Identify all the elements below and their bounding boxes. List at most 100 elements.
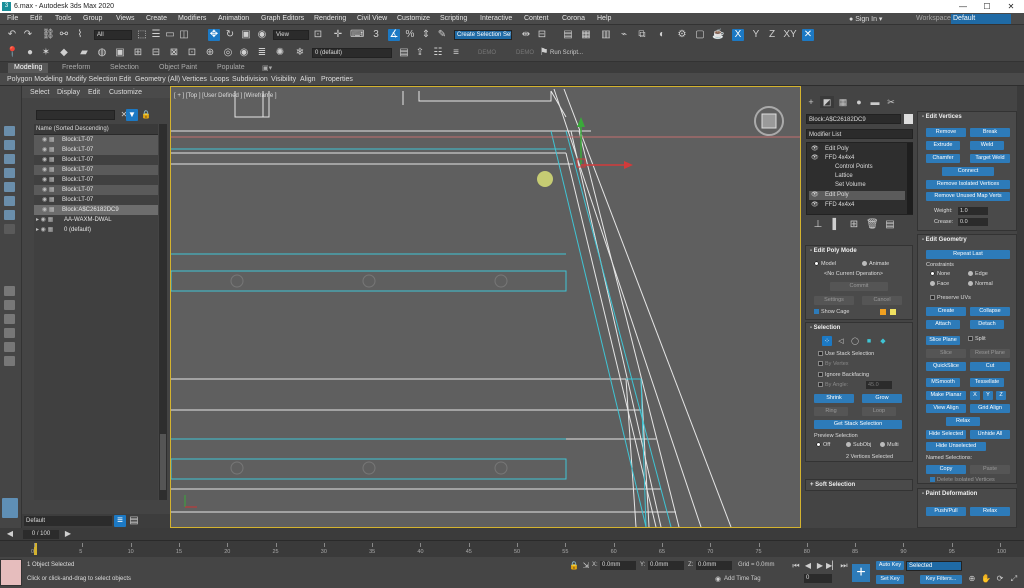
menu-corona[interactable]: Corona: [562, 15, 585, 22]
crease-spinner[interactable]: 0.0: [958, 218, 988, 226]
constraint-none-radio[interactable]: None: [930, 271, 950, 277]
script-icon[interactable]: ⚑: [538, 47, 550, 59]
ref-coord-dropdown[interactable]: View: [273, 30, 309, 40]
camera-icon[interactable]: ▰: [78, 47, 90, 59]
grid-align-button[interactable]: Grid Align: [970, 404, 1010, 413]
visibility-eye-icon[interactable]: ▸ ◉ ▦: [36, 225, 53, 235]
run-script-button[interactable]: Run Script...: [550, 50, 583, 56]
constraint-edge-radio[interactable]: Edge: [968, 271, 988, 277]
use-stack-selection-checkbox[interactable]: Use Stack Selection: [818, 351, 874, 357]
display-lights-icon[interactable]: [4, 168, 15, 178]
rotate-icon[interactable]: ↻: [224, 29, 236, 41]
ribbon-vertices[interactable]: Vertices: [182, 76, 207, 83]
sign-in-button[interactable]: ● Sign In ▾: [849, 15, 882, 23]
stack-item-lattice[interactable]: Lattice: [809, 172, 905, 181]
push-pull-button[interactable]: Push/Pull: [926, 507, 966, 516]
tab-populate[interactable]: Populate: [211, 63, 251, 73]
ribbon-loops[interactable]: Loops: [210, 76, 229, 83]
weight-spinner[interactable]: 1.0: [958, 207, 988, 215]
visibility-eye-icon[interactable]: ▸ ◉ ▦: [36, 215, 53, 225]
display-containers-icon[interactable]: [4, 314, 15, 324]
commit-button[interactable]: Commit: [830, 282, 888, 291]
tab-object-paint[interactable]: Object Paint: [153, 63, 203, 73]
scene-menu-display[interactable]: Display: [57, 89, 80, 96]
scene-menu-edit[interactable]: Edit: [88, 89, 100, 96]
create-button[interactable]: Create: [926, 307, 966, 316]
display-helpers-icon[interactable]: [4, 196, 15, 206]
animate-radio[interactable]: Animate: [862, 261, 889, 267]
edit-geometry-title[interactable]: - Edit Geometry: [918, 235, 1016, 246]
display-geometry-icon[interactable]: [4, 140, 15, 150]
maximize-button[interactable]: ☐: [975, 1, 999, 12]
maximize-viewport-icon[interactable]: ⤢: [1008, 573, 1020, 585]
scene-menu-select[interactable]: Select: [30, 89, 49, 96]
cancel-button[interactable]: Cancel: [862, 296, 902, 305]
object-color-swatch[interactable]: [904, 114, 913, 124]
target-weld-button[interactable]: Target Weld: [970, 154, 1010, 163]
display-cameras-icon[interactable]: [4, 182, 15, 192]
window-crossing-icon[interactable]: ◫: [178, 29, 190, 41]
add-time-tag-button[interactable]: Add Time Tag: [724, 576, 761, 582]
motion-tab-icon[interactable]: ●: [852, 96, 866, 108]
constraint-face-radio[interactable]: Face: [930, 281, 949, 287]
modify-tab-icon[interactable]: ◩: [820, 96, 834, 108]
remove-unused-map-verts-button[interactable]: Remove Unused Map Verts: [926, 192, 1010, 201]
selection-filter-dropdown[interactable]: All: [94, 30, 132, 40]
stack-item-set-volume[interactable]: Set Volume: [809, 181, 905, 190]
display-hidden-icon[interactable]: [4, 356, 15, 366]
time-slider-bar[interactable]: ◀ 0 / 100 ▶: [0, 528, 1024, 540]
unhide-all-button[interactable]: Unhide All: [970, 430, 1010, 439]
y-coord-input[interactable]: 0.0mm: [648, 561, 684, 570]
view-align-button[interactable]: View Align: [926, 404, 966, 413]
ribbon-align[interactable]: Align: [300, 76, 316, 83]
render-icon[interactable]: ☕: [712, 29, 724, 41]
stack-item-control-points[interactable]: Control Points: [809, 163, 905, 172]
make-unique-icon[interactable]: ⊞: [848, 219, 860, 231]
menu-edit[interactable]: Edit: [30, 15, 42, 22]
schematic-view-icon[interactable]: ⧉: [636, 29, 648, 41]
menu-tools[interactable]: Tools: [55, 15, 71, 22]
border-mode-icon[interactable]: ◯: [850, 336, 860, 346]
display-bones-icon[interactable]: [4, 300, 15, 310]
minimize-button[interactable]: —: [951, 1, 975, 12]
bind-space-warp-icon[interactable]: ⌇: [74, 29, 86, 41]
constraint-normal-radio[interactable]: Normal: [968, 281, 993, 287]
axis-z-button[interactable]: Z: [766, 29, 778, 41]
visibility-eye-icon[interactable]: ◉ ▦: [42, 175, 55, 185]
rect-selection-icon[interactable]: ▭: [164, 29, 176, 41]
select-in-layer-icon[interactable]: ☷: [432, 47, 444, 59]
absolute-mode-icon[interactable]: ⇲: [580, 560, 592, 572]
stack-item-ffd[interactable]: 👁 FFD 4x4x4: [809, 154, 905, 163]
ribbon-polygon-modeling[interactable]: Polygon Modeling: [7, 76, 63, 83]
slice-plane-button[interactable]: Slice Plane: [926, 336, 960, 345]
time-tag-icon[interactable]: ◉: [712, 574, 724, 586]
preview-multi-radio[interactable]: Multi: [880, 442, 899, 448]
menu-file[interactable]: File: [7, 15, 18, 22]
z-coord-input[interactable]: 0.0mm: [696, 561, 732, 570]
remove-button[interactable]: Remove: [926, 128, 966, 137]
connect-button[interactable]: Connect: [942, 167, 994, 176]
angle-snap-icon[interactable]: ∡: [388, 29, 400, 41]
get-stack-selection-button[interactable]: Get Stack Selection: [814, 420, 902, 429]
make-planar-button[interactable]: Make Planar: [926, 391, 966, 400]
link-icon[interactable]: ⛓: [42, 29, 55, 41]
bulb-icon[interactable]: ✺: [274, 47, 286, 59]
modifier-list-dropdown[interactable]: Modifier List: [806, 129, 913, 139]
layer-manager-icon[interactable]: ≡: [114, 515, 126, 527]
split-checkbox[interactable]: Split: [968, 336, 986, 342]
layer-dropdown[interactable]: 0 (default): [312, 48, 392, 58]
sort-icon[interactable]: ▤: [128, 515, 140, 527]
slice-button[interactable]: Slice: [926, 349, 966, 358]
align-icon[interactable]: ⊟: [536, 29, 548, 41]
detach-button[interactable]: Detach: [970, 320, 1004, 329]
set-current-layer-icon[interactable]: ≡: [450, 47, 462, 59]
scene-row[interactable]: ▸ ◉ ▦ AA-WAXM-DWAL: [34, 215, 158, 225]
workspaces-dropdown[interactable]: Default: [951, 14, 1011, 24]
light-icon[interactable]: ✶: [40, 47, 52, 59]
display-shapes-icon[interactable]: [4, 154, 15, 164]
ribbon-visibility[interactable]: Visibility: [271, 76, 296, 83]
scene-row[interactable]: ◉ ▦ Block:LT-07: [34, 165, 158, 175]
visibility-icon[interactable]: ◎: [222, 47, 234, 59]
shrink-button[interactable]: Shrink: [814, 394, 854, 403]
sphere-icon[interactable]: ●: [24, 47, 36, 59]
